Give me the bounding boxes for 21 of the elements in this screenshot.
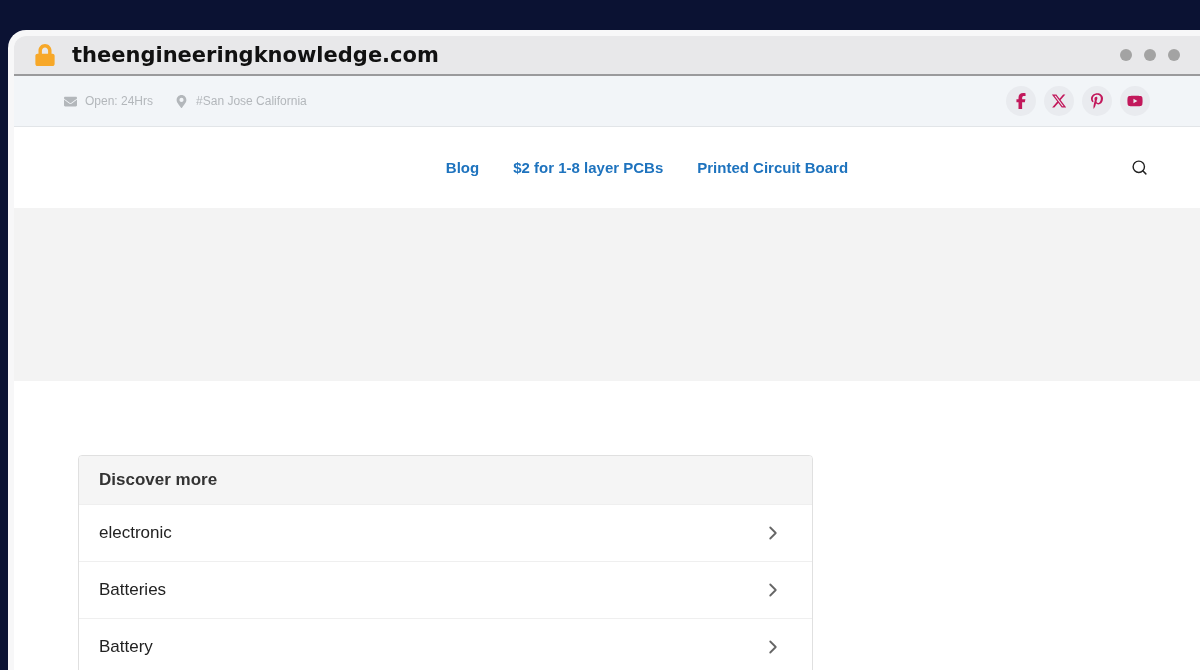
youtube-icon[interactable]	[1120, 86, 1150, 117]
top-bar-text: #San Jose California	[196, 94, 307, 109]
nav-link[interactable]: $2 for 1-8 layer PCBs	[513, 159, 664, 177]
nav-link[interactable]: Blog	[445, 159, 480, 177]
search-icon[interactable]	[1131, 159, 1148, 177]
top-bar-text: Open: 24Hrs	[85, 94, 154, 109]
pinterest-icon[interactable]	[1082, 86, 1112, 117]
envelope-icon	[64, 94, 77, 108]
x-icon[interactable]	[1044, 86, 1074, 117]
discover-item[interactable]: electronic	[79, 504, 812, 561]
window-dot[interactable]	[1168, 49, 1180, 62]
card-title: Discover more	[79, 456, 812, 504]
url-text[interactable]: theengineeringknowledge.com	[72, 43, 439, 68]
discover-item[interactable]: Battery	[79, 618, 812, 670]
window-dot[interactable]	[1120, 49, 1132, 62]
lock-icon	[34, 44, 56, 67]
facebook-icon[interactable]	[1006, 86, 1036, 117]
discover-item[interactable]: Batteries	[79, 561, 812, 618]
nav-link[interactable]: Printed Circuit Board	[697, 159, 849, 177]
window-dot[interactable]	[1144, 49, 1156, 62]
map-pin-icon	[175, 94, 189, 108]
